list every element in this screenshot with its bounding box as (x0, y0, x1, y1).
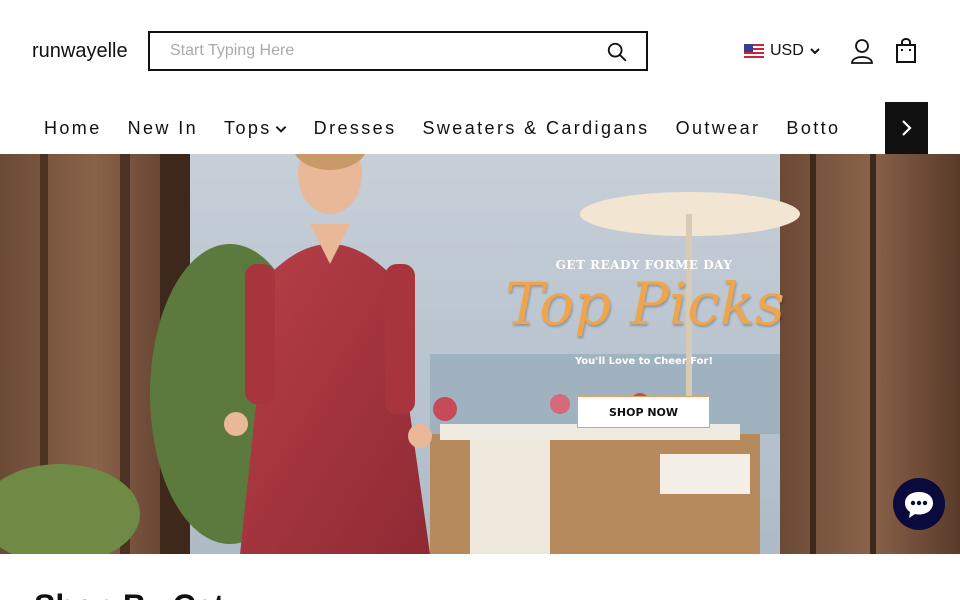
hero-banner[interactable]: GET READY FORME DAY Top Picks You'll Lov… (0, 154, 960, 554)
nav-item-label: New In (127, 118, 199, 138)
shop-now-button[interactable]: SHOP NOW (577, 396, 710, 428)
nav-item-outwear[interactable]: Outwear (676, 118, 761, 139)
search-input[interactable] (170, 41, 590, 61)
nav-item-label: Dresses (313, 118, 397, 138)
nav-item-home[interactable]: Home (44, 118, 102, 139)
chat-button[interactable] (893, 478, 945, 530)
main-navigation: Home New In Tops Dresses Sweaters & Card… (0, 102, 960, 154)
shopping-bag-icon[interactable] (894, 38, 918, 64)
currency-selector[interactable]: USD (744, 40, 821, 62)
hero-title: Top Picks (505, 270, 785, 338)
hero-subtitle: You'll Love to Cheer For! (574, 356, 714, 367)
nav-item-label: Home (44, 118, 102, 138)
nav-item-dresses[interactable]: Dresses (314, 118, 397, 139)
chevron-down-icon (275, 125, 286, 133)
chat-bubble-icon (905, 492, 933, 518)
chevron-down-icon (810, 48, 820, 55)
chevron-right-icon (902, 120, 912, 136)
nav-item-label: Botto (786, 118, 841, 138)
nav-item-label: Outwear (675, 118, 761, 138)
nav-item-tops[interactable]: Tops (224, 118, 288, 139)
currency-label: USD (770, 42, 804, 59)
section-title: Shop By Cat (34, 588, 224, 600)
nav-item-label: Tops (224, 118, 272, 138)
site-header: runwayelle USD (0, 0, 960, 102)
nav-item-label: Sweaters & Cardigans (422, 118, 650, 138)
search-icon[interactable] (606, 41, 628, 63)
nav-next-button[interactable] (885, 102, 928, 154)
nav-item-sweaters-cardigans[interactable]: Sweaters & Cardigans (423, 118, 650, 139)
search-bar (148, 31, 648, 71)
hero-image (0, 154, 960, 554)
user-icon[interactable] (850, 38, 874, 64)
us-flag-icon (744, 44, 764, 58)
nav-item-new-in[interactable]: New In (128, 118, 198, 139)
nav-item-bottoms[interactable]: Botto (786, 118, 840, 139)
site-logo[interactable]: runwayelle (32, 40, 128, 63)
